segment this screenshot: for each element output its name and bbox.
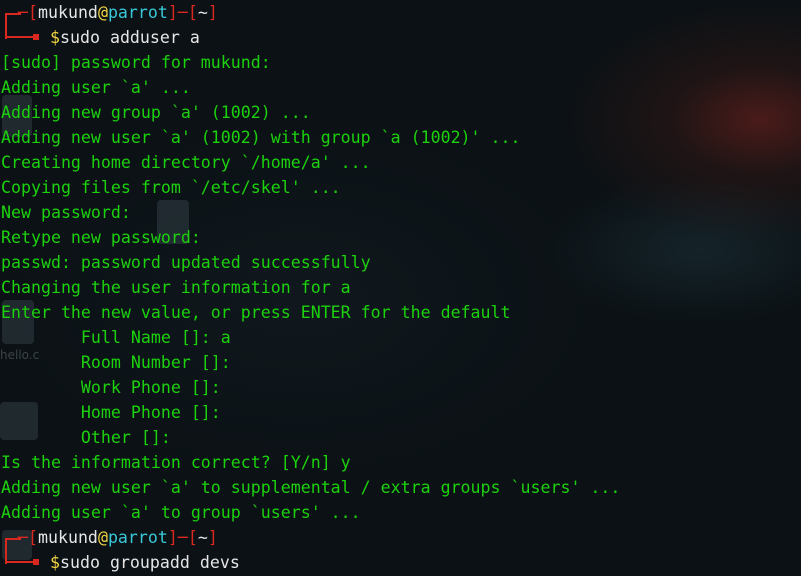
prompt-arrow-head-icon	[33, 559, 39, 565]
output-line: Adding new group `a' (1002) ...	[1, 103, 311, 122]
output-line: Changing the user information for a	[1, 278, 351, 297]
output-line: Adding new user `a' (1002) with group `a…	[1, 128, 521, 147]
prompt-symbol: $	[50, 553, 60, 572]
prompt-arrow-icon	[5, 36, 33, 38]
output-line: Full Name []: a	[1, 328, 231, 347]
prompt-line: ─[mukund@parrot]─[~]	[18, 0, 218, 25]
prompt-bracket-text: ─[	[18, 3, 38, 22]
prompt-at: @	[97, 3, 108, 22]
output-line: Creating home directory `/home/a' ...	[1, 153, 371, 172]
prompt-arrow-icon	[5, 561, 33, 563]
output-line: Other []:	[1, 428, 171, 447]
output-line: Adding new user `a' to supplemental / ex…	[1, 478, 621, 497]
command-line: $sudo adduser a	[50, 25, 200, 50]
output-line: Retype new password:	[1, 228, 201, 247]
prompt-symbol: $	[50, 28, 60, 47]
output-line: Is the information correct? [Y/n] y	[1, 453, 351, 472]
prompt-arrow-head-icon	[33, 34, 39, 40]
output-line: passwd: password updated successfully	[1, 253, 371, 272]
prompt-user: mukund	[37, 528, 98, 547]
command-text: sudo groupadd devs	[60, 553, 240, 572]
prompt-bracket-close: ]	[207, 528, 218, 547]
prompt-bracket-close: ]	[207, 3, 218, 22]
output-line: Adding user `a' ...	[1, 78, 191, 97]
prompt-line: ─[mukund@parrot]─[~]	[18, 525, 218, 550]
output-line: Room Number []:	[1, 353, 231, 372]
output-line: Copying files from `/etc/skel' ...	[1, 178, 341, 197]
prompt-bracket-text: ─[	[18, 528, 38, 547]
output-line: [sudo] password for mukund:	[1, 53, 271, 72]
terminal-window[interactable]: ─[mukund@parrot]─[~] $sudo adduser a [su…	[0, 0, 801, 576]
prompt-dir: ~	[197, 3, 208, 22]
command-line: $sudo groupadd devs	[50, 550, 240, 575]
prompt-separator: ]─[	[167, 3, 198, 22]
prompt-at: @	[97, 528, 108, 547]
output-line: Adding user `a' to group `users' ...	[1, 503, 361, 522]
output-line: Work Phone []:	[1, 378, 221, 397]
command-text: sudo adduser a	[60, 28, 200, 47]
prompt-user: mukund	[37, 3, 98, 22]
output-line: New password:	[1, 203, 131, 222]
prompt-host: parrot	[107, 528, 168, 547]
output-line: Enter the new value, or press ENTER for …	[1, 303, 511, 322]
output-line: Home Phone []:	[1, 403, 221, 422]
prompt-separator: ]─[	[167, 528, 198, 547]
prompt-dir: ~	[197, 528, 208, 547]
prompt-host: parrot	[107, 3, 168, 22]
